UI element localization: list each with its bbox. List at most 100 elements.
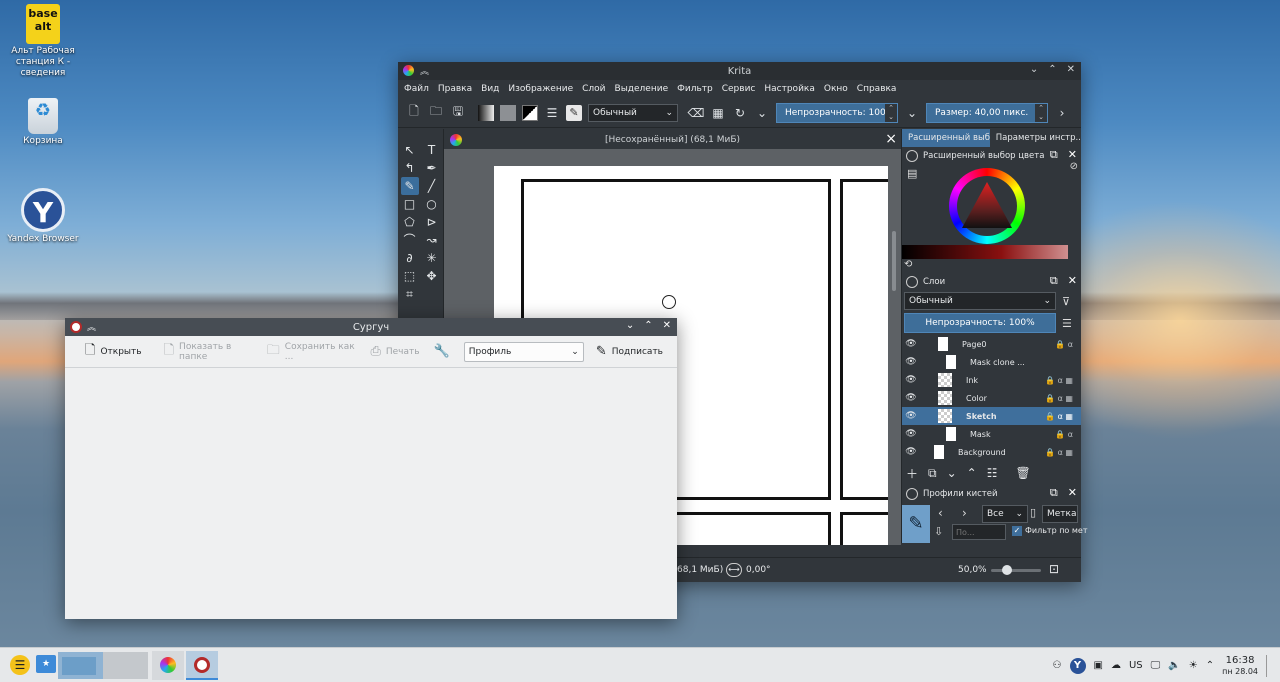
eye-icon[interactable]: 👁: [902, 447, 920, 457]
eye-icon[interactable]: 👁: [902, 357, 920, 367]
rotation-icon[interactable]: ⟷: [726, 563, 742, 577]
freehand-brush-tool-icon[interactable]: ✎: [400, 177, 419, 195]
menu-view[interactable]: Вид: [481, 84, 499, 94]
float-dock-icon[interactable]: ⧉: [1050, 274, 1058, 288]
chevron-right-icon[interactable]: ›: [962, 506, 967, 520]
hue-ring[interactable]: [949, 168, 1025, 244]
edit-shapes-tool-icon[interactable]: ↰: [401, 159, 419, 177]
chevron-left-icon[interactable]: ‹: [938, 506, 943, 520]
preserve-alpha-icon[interactable]: ▦: [710, 105, 726, 121]
layer-row-selected[interactable]: 👁 Sketch 🔒 α ▦: [902, 407, 1081, 425]
tab-advanced-color-selector[interactable]: Расширенный выбо...: [902, 129, 990, 147]
save-icon[interactable]: 🖫: [450, 104, 466, 121]
layer-row[interactable]: 👁 Background 🔒 α ▦: [902, 443, 1081, 461]
move-layer-down-icon[interactable]: ⌄: [947, 466, 957, 480]
menu-help[interactable]: Справка: [857, 84, 897, 94]
profile-select[interactable]: Профиль ⌄: [463, 341, 584, 362]
app-menu-icon[interactable]: ☰: [10, 655, 30, 675]
surguch-titlebar[interactable]: ︽ Сургуч ⌄ ⌃ ✕: [65, 318, 677, 336]
crop-tool-icon[interactable]: ⌗: [401, 285, 419, 303]
add-layer-icon[interactable]: ＋: [906, 465, 918, 482]
current-brush-preview[interactable]: ✎: [902, 505, 930, 543]
lock-alpha-icons[interactable]: 🔒 α ▦: [1045, 376, 1073, 385]
maximize-icon[interactable]: ⌃: [1048, 64, 1056, 75]
close-icon[interactable]: ×: [885, 131, 897, 147]
file-manager-icon[interactable]: ★: [36, 655, 56, 673]
blend-mode-select[interactable]: Обычный ⌄: [588, 103, 678, 122]
gradient-swatch[interactable]: [478, 104, 494, 121]
refresh-icon[interactable]: ⟲: [902, 259, 1081, 273]
bug-report-icon[interactable]: ⚇: [1053, 660, 1062, 671]
menu-select[interactable]: Выделение: [615, 84, 669, 94]
lock-alpha-icons[interactable]: 🔒 α: [1055, 340, 1073, 349]
color-history-bar[interactable]: [902, 245, 1068, 259]
eye-icon[interactable]: 👁: [902, 375, 920, 385]
bezier-tool-icon[interactable]: ⌒: [401, 231, 419, 249]
float-dock-icon[interactable]: ⧉: [1050, 148, 1058, 162]
close-icon[interactable]: ✕: [1067, 64, 1075, 75]
dock-lock-icon[interactable]: [906, 488, 918, 500]
lock-alpha-icons[interactable]: 🔒 α: [1055, 430, 1073, 439]
spin-arrows-icon[interactable]: ⌃ ⌄: [1035, 103, 1047, 122]
minimize-icon[interactable]: ⌄: [626, 320, 634, 331]
layer-properties-icon[interactable]: ☷: [987, 466, 998, 480]
chevron-right-icon[interactable]: ›: [1054, 105, 1070, 121]
dock-lock-icon[interactable]: [906, 150, 918, 162]
menu-window[interactable]: Окно: [824, 84, 848, 94]
spin-arrows-icon[interactable]: ⌃ ⌄: [885, 103, 897, 122]
opacity-slider[interactable]: Непрозрачность: 100% ⌃ ⌄: [776, 102, 898, 123]
close-icon[interactable]: ✕: [1068, 486, 1077, 500]
brush-size-slider[interactable]: Размер: 40,00 пикс. ⌃ ⌄: [926, 102, 1048, 123]
task-krita[interactable]: [152, 651, 184, 680]
layer-row[interactable]: 👁 Mask clone ...: [902, 353, 1081, 371]
open-folder-icon[interactable]: 🗀: [428, 104, 444, 121]
show-in-folder-button[interactable]: 🗋 Показать в папке: [164, 341, 253, 363]
color-selector-area[interactable]: ▤ ⊘: [902, 161, 1081, 259]
reset-icon[interactable]: ⊘: [1070, 161, 1078, 172]
layer-row[interactable]: 👁 Ink 🔒 α ▦: [902, 371, 1081, 389]
menu-tools[interactable]: Сервис: [722, 84, 756, 94]
menu-image[interactable]: Изображение: [508, 84, 573, 94]
menu-settings[interactable]: Настройка: [764, 84, 815, 94]
save-as-button[interactable]: 🗀 Сохранить как ...: [267, 341, 357, 363]
brush-preset-icon[interactable]: ✎: [566, 104, 582, 121]
eye-icon[interactable]: 👁: [902, 411, 920, 421]
print-button[interactable]: ⎙ Печать: [370, 344, 419, 359]
task-surguch[interactable]: [186, 651, 218, 680]
polyline-tool-icon[interactable]: ⊳: [423, 213, 441, 231]
minimize-icon[interactable]: ⌄: [1030, 64, 1038, 75]
brush-search-input[interactable]: [952, 524, 1006, 540]
menu-edit[interactable]: Правка: [438, 84, 472, 94]
desktop-icon-altlinux-info[interactable]: base alt Альт Рабочая станция К - сведен…: [3, 4, 83, 79]
desktop-icon-yandex-browser[interactable]: Y Yandex Browser: [3, 188, 83, 245]
yandex-browser-icon[interactable]: Y: [1069, 657, 1086, 674]
line-tool-icon[interactable]: ╱: [423, 177, 441, 195]
document-view[interactable]: [65, 369, 677, 619]
duplicate-layer-icon[interactable]: ⧉: [928, 466, 937, 481]
sign-button[interactable]: ✎ Подписать: [596, 344, 663, 359]
ellipse-tool-icon[interactable]: ○: [423, 195, 441, 213]
float-dock-icon[interactable]: ⧉: [1050, 486, 1058, 500]
layer-opacity-slider[interactable]: Непрозрачность: 100%: [904, 313, 1056, 333]
move-layer-up-icon[interactable]: ⌃: [967, 466, 977, 480]
show-desktop-button[interactable]: [1266, 654, 1270, 677]
layer-row[interactable]: 👁 Mask 🔒 α: [902, 425, 1081, 443]
pattern-swatch[interactable]: [500, 104, 516, 121]
layer-menu-icon[interactable]: ☰: [1062, 317, 1072, 330]
open-button[interactable]: 🗋 Открыть: [85, 341, 142, 363]
fit-to-screen-icon[interactable]: ⊡: [1049, 562, 1059, 576]
canvas-vertical-scrollbar[interactable]: [892, 161, 896, 321]
pager-desktop-1[interactable]: [58, 652, 103, 679]
network-icon[interactable]: 🖵: [1151, 660, 1161, 671]
clock[interactable]: 16:38 пн 28.04: [1222, 655, 1258, 677]
polygon-tool-icon[interactable]: ⬠: [401, 213, 419, 231]
text-tool-icon[interactable]: T: [423, 141, 441, 159]
zoom-slider[interactable]: [991, 565, 1041, 575]
close-icon[interactable]: ✕: [1068, 274, 1077, 288]
bookmark-icon[interactable]: ▯: [1030, 506, 1036, 519]
brush-settings-icon[interactable]: ☰: [544, 105, 560, 121]
menu-file[interactable]: Файл: [404, 84, 429, 94]
eraser-icon[interactable]: ⌫: [688, 105, 705, 121]
brush-filter-select[interactable]: Все ⌄: [982, 505, 1028, 523]
tray-expand-icon[interactable]: ⌃: [1206, 660, 1214, 671]
